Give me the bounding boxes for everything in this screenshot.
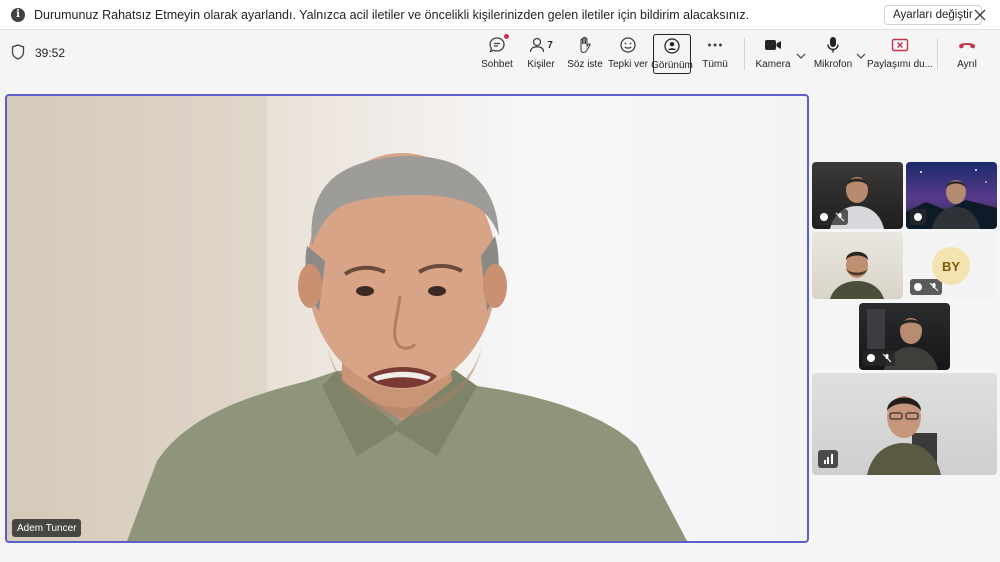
more-button[interactable]: Tümü <box>700 34 730 74</box>
participant-video <box>812 373 997 475</box>
speaker-video-frame <box>7 96 687 541</box>
smiley-icon <box>619 34 637 56</box>
view-label: Görünüm <box>651 60 693 71</box>
stop-share-icon <box>891 34 909 56</box>
info-icon: i <box>11 7 25 22</box>
meeting-timer: 39:52 <box>35 46 66 60</box>
participant-status-badges <box>816 209 848 225</box>
network-signal-icon <box>818 450 838 468</box>
participant-tile[interactable] <box>859 303 950 370</box>
participant-tile[interactable] <box>906 162 997 229</box>
microphone-label: Mikrofon <box>813 59 853 70</box>
speaker-name-tag: Adem Tuncer <box>12 519 82 537</box>
participant-hand-icon <box>914 283 922 291</box>
notification-message: Durumunuz Rahatsız Etmeyin olarak ayarla… <box>34 7 750 22</box>
hand-icon <box>577 34 593 56</box>
chat-label: Sohbet <box>481 59 513 70</box>
people-icon-wrap: 7 <box>529 34 553 56</box>
camera-options-chevron-down-icon[interactable] <box>796 46 806 64</box>
leave-button[interactable]: Ayrıl <box>953 34 981 74</box>
participant-status-badges <box>910 279 942 295</box>
participant-hand-icon <box>820 213 828 221</box>
more-label: Tümü <box>702 59 728 70</box>
participant-hand-icon <box>867 354 875 362</box>
view-icon <box>663 35 681 57</box>
camera-label: Kamera <box>755 59 791 70</box>
unread-dot <box>504 34 509 39</box>
participant-tile[interactable] <box>812 373 997 475</box>
raise-hand-button[interactable]: Söz iste <box>567 34 603 74</box>
meeting-toolbar: 39:52 Sohbet 7 Kişiler Söz iste Tepki ve… <box>0 30 1000 76</box>
raise-hand-label: Söz iste <box>567 59 603 70</box>
muted-mic-icon <box>835 212 845 222</box>
hang-up-icon <box>958 34 976 56</box>
chat-icon <box>488 34 509 56</box>
people-icon <box>530 37 545 53</box>
react-button[interactable]: Tepki ver <box>608 34 649 74</box>
participant-tile[interactable] <box>812 232 903 299</box>
change-settings-button[interactable]: Ayarları değiştir <box>884 5 982 25</box>
participant-status-badges <box>910 209 926 225</box>
stop-sharing-label: Paylaşımı du... <box>866 59 934 70</box>
muted-mic-icon <box>882 353 892 363</box>
participant-hand-icon <box>914 213 922 221</box>
react-label: Tepki ver <box>608 59 649 70</box>
muted-mic-icon <box>929 282 939 292</box>
participant-status-badges <box>863 350 895 366</box>
participant-video <box>830 251 884 299</box>
shield-icon <box>11 44 25 65</box>
stop-sharing-button[interactable]: Paylaşımı du... <box>867 34 933 74</box>
more-icon <box>707 34 723 56</box>
view-button[interactable]: Görünüm <box>651 34 693 74</box>
notification-bar: i Durumunuz Rahatsız Etmeyin olarak ayar… <box>0 0 1000 30</box>
people-button[interactable]: 7 Kişiler <box>526 34 556 74</box>
toolbar-divider <box>937 38 938 70</box>
main-speaker-video[interactable]: Adem Tuncer <box>5 94 809 543</box>
chat-button[interactable]: Sohbet <box>480 34 514 74</box>
microphone-options-chevron-down-icon[interactable] <box>856 46 866 64</box>
camera-icon <box>764 34 782 56</box>
microphone-button[interactable]: Mikrofon <box>813 34 853 74</box>
toolbar-divider <box>744 38 745 70</box>
people-label: Kişiler <box>527 59 555 70</box>
participant-avatar: BY <box>932 247 970 285</box>
leave-label: Ayrıl <box>957 59 977 70</box>
microphone-icon <box>826 34 840 56</box>
participant-tile[interactable] <box>812 162 903 229</box>
close-icon[interactable] <box>971 6 989 24</box>
camera-button[interactable]: Kamera <box>755 34 791 74</box>
people-count: 7 <box>547 39 553 51</box>
